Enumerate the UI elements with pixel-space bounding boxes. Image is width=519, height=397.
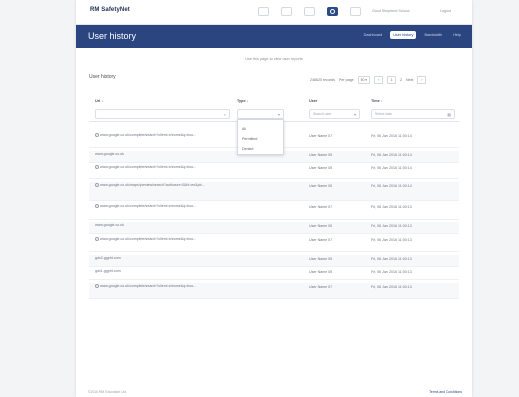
- page-header: User history Dashboard User history Band…: [76, 25, 472, 48]
- url-filter-input[interactable]: ⌕: [95, 109, 230, 119]
- user-cell: User Name 05: [309, 257, 333, 261]
- search-icon: ⌕: [223, 112, 226, 117]
- url-cell: www.google.co.uk/complete/search?client=…: [95, 237, 235, 242]
- url-cell: gdx2.ggpht.com: [95, 256, 121, 260]
- user-history-icon[interactable]: [327, 7, 338, 16]
- time-cell: Fri, 06 Jan 2016 11:00:13: [371, 270, 412, 274]
- time-cell: Fri, 06 Jan 2016 11:00:13: [371, 285, 412, 289]
- page-of: 2: [400, 78, 403, 82]
- home-icon[interactable]: [258, 7, 269, 16]
- time-cell: Fri, 06 Jan 2016 11:00:13: [371, 257, 412, 261]
- prev-page-button[interactable]: ‹: [374, 76, 384, 84]
- current-page[interactable]: 1: [387, 76, 397, 84]
- user-cell: User Name 07: [309, 285, 333, 289]
- instruction-text: Use this page to view user reports: [245, 57, 303, 61]
- column-header-type[interactable]: Type ↓: [237, 99, 249, 103]
- tab-dashboard[interactable]: Dashboard: [361, 31, 386, 39]
- type-option-permitted[interactable]: Permitted: [242, 137, 257, 141]
- chevron-down-icon: ▾: [353, 112, 356, 117]
- type-option-denied[interactable]: Denied: [242, 147, 253, 151]
- next-page-label[interactable]: Next: [406, 78, 413, 82]
- column-header-time[interactable]: Time ↓: [371, 99, 383, 103]
- user-cell: User Name 05: [309, 224, 333, 228]
- globe-icon: [95, 237, 99, 241]
- chevron-down-icon: ▾: [277, 112, 280, 117]
- terms-link[interactable]: Terms and Conditions: [429, 390, 462, 394]
- globe-icon: [95, 165, 99, 169]
- user-cell: User Name 05: [309, 184, 333, 188]
- globe-icon: [95, 204, 99, 208]
- url-cell: www.google.co.uk: [95, 223, 124, 227]
- page-container: RM SafetyNet Good Shepherd School Logout…: [76, 0, 472, 397]
- table-row[interactable]: www.google.co.uk/maps/preview/search?aut…: [89, 182, 459, 201]
- url-cell: www.google.co.uk: [95, 152, 124, 156]
- next-page-button[interactable]: ›: [417, 76, 427, 84]
- url-cell: www.google.co.uk/complete/search?client=…: [95, 133, 235, 138]
- user-filter-input[interactable]: Search user ▾: [309, 109, 360, 119]
- user-cell: User Name 07: [309, 134, 333, 138]
- time-cell: Fri, 06 Jan 2016 11:00:13: [371, 205, 412, 209]
- url-cell: www.google.co.uk/complete/search?client=…: [95, 204, 235, 209]
- pagination: 248620 records Per page 50 ▾ ‹ 1 2 Next …: [310, 76, 427, 84]
- logo[interactable]: RM SafetyNet: [90, 7, 130, 13]
- table-row[interactable]: www.google.co.uk/complete/search?client=…: [89, 283, 459, 299]
- search-icon[interactable]: [304, 7, 315, 16]
- settings-icon[interactable]: [350, 7, 361, 16]
- page-title: User history: [88, 31, 137, 41]
- url-cell: gdx1.ggpht.com: [95, 269, 121, 273]
- user-cell: User Name 07: [309, 238, 333, 242]
- record-count: 248620 records: [310, 78, 335, 82]
- time-cell: Fri, 06 Jan 2016 11:00:14: [371, 184, 412, 188]
- type-dropdown-menu: All Permitted Denied: [237, 119, 284, 155]
- table-row[interactable]: www.google.co.uk/complete/search?client=…: [89, 203, 459, 220]
- time-cell: Fri, 06 Jan 2016 11:00:14: [371, 134, 412, 138]
- user-cell: User Name 07: [309, 205, 333, 209]
- globe-icon: [95, 183, 99, 187]
- user-cell: User Name 05: [309, 153, 333, 157]
- per-page-label: Per page: [338, 78, 354, 82]
- table-row[interactable]: gdx2.ggpht.com User Name 05 Fri, 06 Jan 20…: [89, 255, 459, 267]
- table-row[interactable]: www.google.co.uk/complete/search?client=…: [89, 236, 459, 252]
- tab-user-history[interactable]: User history: [390, 31, 417, 39]
- header-tabs: Dashboard User history Bandwidth Help: [361, 31, 464, 39]
- type-option-all[interactable]: All: [242, 127, 246, 131]
- document-icon[interactable]: [281, 7, 292, 16]
- tab-bandwidth[interactable]: Bandwidth: [421, 31, 445, 39]
- section-title: User history: [89, 74, 116, 80]
- globe-icon: [95, 133, 99, 137]
- url-cell: www.google.co.uk/maps/preview/search?aut…: [95, 183, 235, 188]
- top-bar: RM SafetyNet Good Shepherd School Logout: [76, 0, 472, 25]
- time-cell: Fri, 06 Jan 2016 11:00:14: [371, 166, 412, 170]
- time-filter-input[interactable]: Select date ▦: [371, 109, 455, 119]
- column-header-user[interactable]: User: [309, 99, 317, 103]
- time-cell: Fri, 06 Jan 2016 11:00:14: [371, 153, 412, 157]
- user-cell: User Name 05: [309, 270, 333, 274]
- copyright: ©2016 RM Education Ltd.: [88, 390, 127, 394]
- url-cell: www.google.co.uk/complete/search?client=…: [95, 284, 235, 289]
- tab-help[interactable]: Help: [450, 31, 464, 39]
- school-name: Good Shepherd School: [372, 9, 410, 13]
- logout-link[interactable]: Logout: [440, 9, 451, 13]
- table-row[interactable]: gdx1.ggpht.com User Name 05 Fri, 06 Jan 20…: [89, 268, 459, 280]
- calendar-icon: ▦: [447, 112, 451, 117]
- type-filter-select[interactable]: ▾: [237, 109, 284, 119]
- table-row[interactable]: www.google.co.uk/complete/search?client=…: [89, 164, 459, 179]
- per-page-select[interactable]: 50 ▾: [357, 76, 371, 84]
- user-cell: User Name 05: [309, 166, 333, 170]
- globe-icon: [95, 284, 99, 288]
- time-cell: Fri, 06 Jan 2016 11:00:13: [371, 224, 412, 228]
- column-header-url[interactable]: Url ↓: [95, 99, 103, 103]
- table-row[interactable]: www.google.co.uk User Name 05 Fri, 06 Jan …: [89, 222, 459, 234]
- url-cell: www.google.co.uk/complete/search?client=…: [95, 165, 235, 170]
- time-cell: Fri, 06 Jan 2016 11:00:13: [371, 238, 412, 242]
